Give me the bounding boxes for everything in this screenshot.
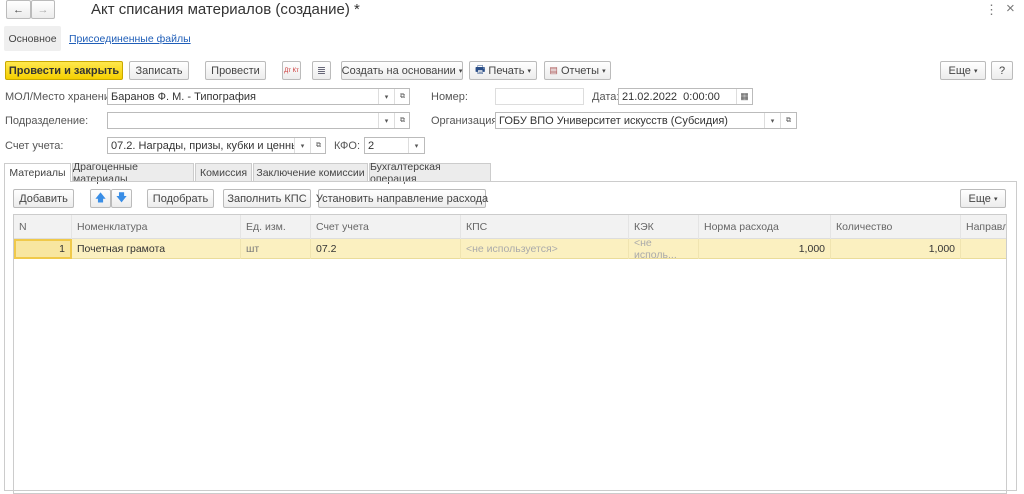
- account-value: 07.2. Награды, призы, кубки и ценные под: [111, 139, 295, 152]
- col-kps[interactable]: КПС: [461, 215, 629, 239]
- dropdown-icon[interactable]: ▾: [294, 138, 310, 153]
- number-label: Номер:: [431, 91, 468, 103]
- open-icon[interactable]: ⧉: [310, 138, 325, 153]
- dropdown-icon[interactable]: ▾: [408, 138, 424, 153]
- help-button[interactable]: ?: [991, 61, 1013, 80]
- table-header: N Номенклатура Ед. изм. Счет учета КПС К…: [14, 215, 1006, 239]
- back-button[interactable]: ←: [6, 0, 31, 19]
- dt-kt-icon[interactable]: Дт Кт: [282, 61, 301, 80]
- print-button[interactable]: 🖶 Печать ▾: [469, 61, 537, 80]
- account-field[interactable]: 07.2. Награды, призы, кубки и ценные под…: [107, 137, 326, 154]
- set-direction-button[interactable]: Установить направление расхода: [316, 189, 488, 208]
- mol-label: МОЛ/Место хранения:: [5, 91, 120, 103]
- close-icon[interactable]: ×: [1006, 0, 1015, 17]
- col-unit[interactable]: Ед. изм.: [241, 215, 311, 239]
- mol-field[interactable]: Баранов Ф. М. - Типография ▾ ⧉: [107, 88, 410, 105]
- col-norm[interactable]: Норма расхода: [699, 215, 831, 239]
- more-button[interactable]: Еще ▾: [940, 61, 986, 80]
- print-label: Печать: [488, 64, 525, 77]
- dropdown-icon[interactable]: ▾: [378, 113, 394, 128]
- add-button[interactable]: Добавить: [13, 189, 74, 208]
- open-icon[interactable]: ⧉: [780, 113, 796, 128]
- cell-kek[interactable]: <не исполь...: [629, 239, 699, 259]
- tab-commission-conclusion[interactable]: Заключение комиссии: [253, 163, 368, 181]
- reports-label: Отчеты: [560, 64, 600, 77]
- tab-materials[interactable]: Материалы: [4, 163, 71, 182]
- table-row[interactable]: 1 Почетная грамота шт 07.2 <не используе…: [14, 239, 1006, 259]
- printer-icon: 🖶: [474, 64, 486, 76]
- kfo-field[interactable]: 2 ▾: [364, 137, 425, 154]
- cell-kps[interactable]: <не используется>: [461, 239, 629, 259]
- cell-direction[interactable]: [961, 239, 1006, 259]
- save-button[interactable]: Записать: [129, 61, 189, 80]
- post-button[interactable]: Провести: [205, 61, 266, 80]
- nav-main[interactable]: Основное: [4, 26, 61, 51]
- page-title: Акт списания материалов (создание) *: [91, 1, 360, 18]
- report-icon: ▤: [549, 65, 558, 75]
- cell-unit[interactable]: шт: [241, 239, 311, 259]
- cell-nomenclature[interactable]: Почетная грамота: [72, 239, 241, 259]
- open-icon[interactable]: ⧉: [394, 113, 409, 128]
- kfo-label: КФО:: [334, 140, 361, 152]
- fill-kps-button[interactable]: Заполнить КПС: [223, 189, 311, 208]
- col-n[interactable]: N: [14, 215, 72, 239]
- create-based-label: Создать на основании: [341, 64, 456, 77]
- date-field[interactable]: 21.02.2022 0:00:00 ▦: [618, 88, 753, 105]
- kfo-value: 2: [368, 139, 375, 152]
- col-nomenclature[interactable]: Номенклатура: [72, 215, 241, 239]
- col-kek[interactable]: КЭК: [629, 215, 699, 239]
- dropdown-icon[interactable]: ▾: [378, 89, 394, 104]
- dept-label: Подразделение:: [5, 115, 89, 127]
- account-label: Счет учета:: [5, 140, 64, 152]
- org-value: ГОБУ ВПО Университет искусств (Субсидия): [499, 114, 728, 127]
- col-quantity[interactable]: Количество: [831, 215, 961, 239]
- more-icon[interactable]: ⋮: [985, 2, 998, 18]
- cell-n[interactable]: 1: [14, 239, 72, 259]
- col-account[interactable]: Счет учета: [311, 215, 461, 239]
- dept-field[interactable]: ▾ ⧉: [107, 112, 410, 129]
- reports-button[interactable]: ▤ Отчеты ▾: [544, 61, 611, 80]
- tab-precious-materials[interactable]: Драгоценные материалы: [72, 161, 194, 185]
- more-label: Еще: [948, 64, 971, 77]
- date-label: Дата:: [592, 91, 620, 103]
- select-button[interactable]: Подобрать: [147, 189, 214, 208]
- table-more-label: Еще: [968, 192, 991, 205]
- date-value: 21.02.2022 0:00:00: [622, 90, 720, 103]
- dt-kt-label: Дт Кт: [284, 67, 299, 74]
- org-label: Организация:: [431, 115, 501, 127]
- open-icon[interactable]: ⧉: [394, 89, 409, 104]
- create-based-button[interactable]: Создать на основании ▾: [341, 61, 463, 80]
- mol-value: Баранов Ф. М. - Типография: [111, 90, 256, 103]
- number-field[interactable]: [495, 88, 584, 105]
- org-field[interactable]: ГОБУ ВПО Университет искусств (Субсидия)…: [495, 112, 797, 129]
- table-more-button[interactable]: Еще ▾: [960, 189, 1006, 208]
- move-up-icon[interactable]: 🡅: [90, 189, 111, 208]
- col-direction[interactable]: Направл: [961, 215, 1006, 239]
- dropdown-icon[interactable]: ▾: [764, 113, 780, 128]
- cell-account[interactable]: 07.2: [311, 239, 461, 259]
- forward-button[interactable]: →: [31, 0, 55, 19]
- calendar-icon[interactable]: ▦: [736, 89, 752, 104]
- move-down-icon[interactable]: 🡇: [111, 189, 132, 208]
- list-icon[interactable]: ≣: [312, 61, 331, 80]
- cell-norm[interactable]: 1,000: [699, 239, 831, 259]
- materials-table: N Номенклатура Ед. изм. Счет учета КПС К…: [13, 214, 1007, 494]
- nav-attached-files[interactable]: Присоединенные файлы: [69, 33, 191, 45]
- post-and-close-button[interactable]: Провести и закрыть: [5, 61, 123, 80]
- cell-quantity[interactable]: 1,000: [831, 239, 961, 259]
- tab-accounting-operation[interactable]: Бухгалтерская операция: [369, 161, 491, 185]
- tab-commission[interactable]: Комиссия: [195, 163, 252, 181]
